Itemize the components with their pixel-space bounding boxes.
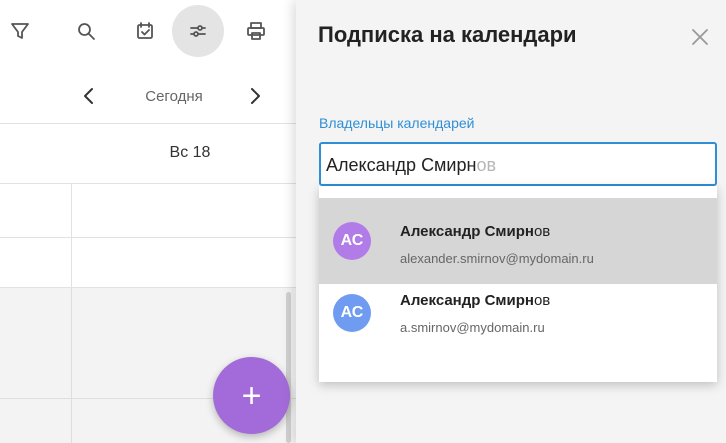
input-typed-text: Александр Смирн [326,155,477,175]
suggestions-dropdown: АС Александр Смирнов alexander.smirnov@m… [319,186,717,382]
suggestion-name-rest: ов [533,292,551,309]
suggestion-name: Александр Смирнов [400,223,550,240]
input-text: Александр Смирнов [326,155,496,176]
input-autocomplete-hint: ов [476,155,497,175]
app-window: Сегодня Вс 18 + Подписка на календари Вл… [0,0,726,443]
suggestion-item[interactable]: АС Александр Смирнов alexander.smirnov@m… [319,198,717,284]
suggestion-name: Александр Смирнов [400,292,550,309]
scrollbar[interactable] [286,292,291,443]
suggestion-name-match: Александр Смирн [400,223,534,240]
avatar: АС [333,222,371,260]
avatar: АС [333,294,371,332]
next-day-button[interactable] [243,84,267,108]
calendar-toolbar [0,0,296,64]
day-header: Вс 18 [0,126,296,184]
today-button[interactable]: Сегодня [122,84,226,110]
suggestion-email: a.smirnov@mydomain.ru [400,320,545,335]
owners-search-input[interactable]: Александр Смирнов [319,142,717,186]
date-navigation: Сегодня [0,70,296,124]
sliders-icon[interactable] [172,5,224,57]
owners-field-label: Владельцы календарей [319,115,475,131]
suggestion-email: alexander.smirnov@mydomain.ru [400,251,594,266]
suggestion-name-match: Александр Смирн [400,292,534,309]
close-icon[interactable] [688,25,712,49]
search-icon[interactable] [66,11,106,51]
all-day-row[interactable] [0,238,296,288]
column-divider [71,288,72,443]
filter-icon[interactable] [0,11,40,51]
add-event-button[interactable]: + [213,357,290,434]
calendar-subscription-panel: Подписка на календари Владельцы календар… [296,0,726,443]
previous-day-button[interactable] [77,84,101,108]
day-header-label: Вс 18 [169,144,211,161]
printer-icon[interactable] [236,11,276,51]
suggestion-name-rest: ов [533,223,551,240]
calendar-view: Сегодня Вс 18 + [0,0,296,443]
plus-icon: + [241,376,262,415]
all-day-row[interactable] [0,184,296,238]
panel-title: Подписка на календари [318,22,577,47]
suggestion-item[interactable]: АС Александр Смирнов a.smirnov@mydomain.… [319,284,717,370]
calendar-check-icon[interactable] [125,11,165,51]
